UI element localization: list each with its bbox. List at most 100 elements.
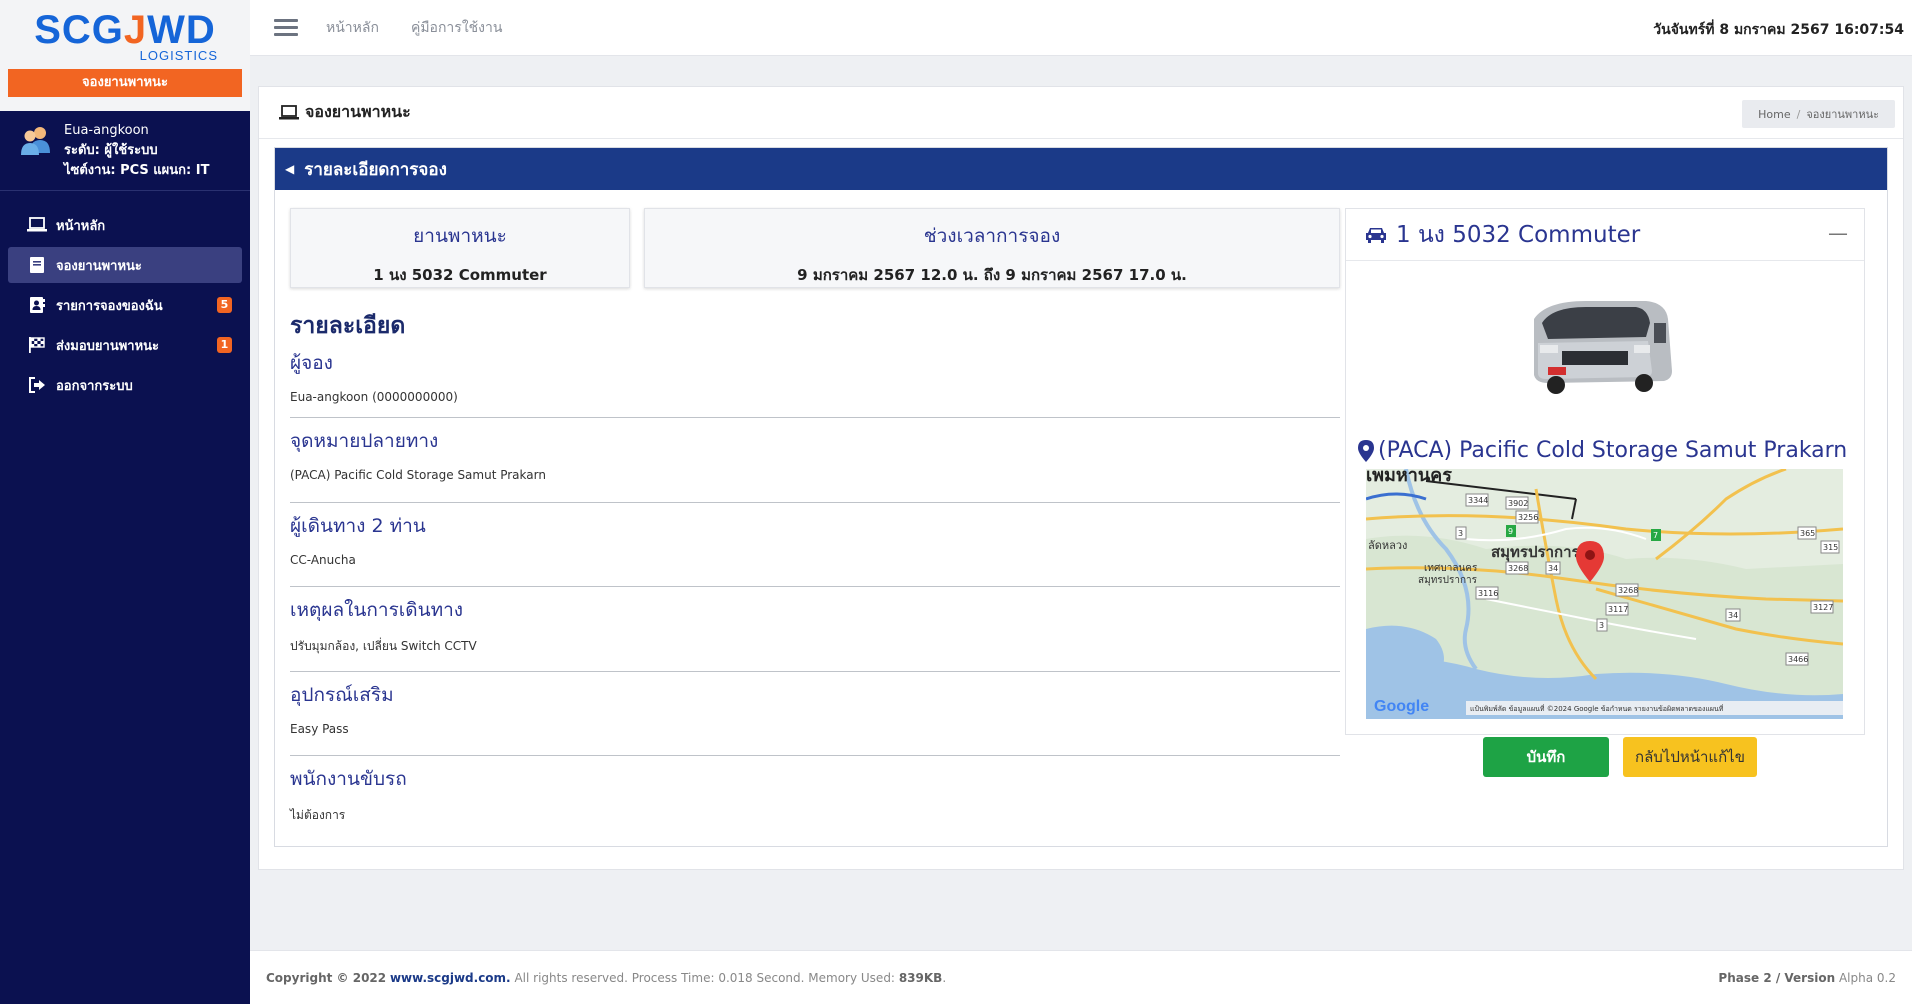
field-label: ผู้จอง <box>290 352 333 374</box>
destination-heading: (PACA) Pacific Cold Storage Samut Prakar… <box>1358 438 1847 463</box>
road-number: 9 <box>1508 527 1513 536</box>
footer: Copyright © 2022 www.scgjwd.com. All rig… <box>250 950 1912 1004</box>
field-booker: ผู้จอง Eua-angkoon (0000000000) <box>290 348 1340 418</box>
sidebar-item-home[interactable]: หน้าหลัก <box>8 207 242 243</box>
footer-rights: All rights reserved. Process Time: 0.018… <box>514 970 895 985</box>
road-number: 34 <box>1728 611 1738 620</box>
panel-header[interactable]: ◀ รายละเอียดการจอง <box>275 148 1887 190</box>
sidebar-item-label: ออกจากระบบ <box>56 378 133 394</box>
field-reason: เหตุผลในการเดินทาง ปรับมุมกล้อง, เปลี่ยน… <box>290 587 1340 672</box>
field-label: อุปกรณ์เสริม <box>290 683 394 706</box>
google-logo: Google <box>1374 698 1429 715</box>
road-number: 7 <box>1653 531 1658 540</box>
map-label-samut-prakan: สมุทรปราการ <box>1491 543 1580 562</box>
back-to-edit-button[interactable]: กลับไปหน้าแก้ไข <box>1623 737 1757 777</box>
site-link[interactable]: www.scgjwd.com. <box>390 971 511 985</box>
logo[interactable]: SCGJWD LOGISTICS จองยานพาหนะ <box>0 0 250 111</box>
page-title: จองยานพาหนะ <box>305 102 411 121</box>
sidebar-item-label: หน้าหลัก <box>56 218 106 234</box>
sidebar-item-deliver-vehicle[interactable]: ส่งมอบยานพาหนะ 1 <box>8 327 242 363</box>
page-header: จองยานพาหนะ <box>259 87 1903 139</box>
top-link-manual[interactable]: คู่มือการใช้งาน <box>411 17 502 39</box>
field-label: จุดหมายปลายทาง <box>290 430 439 452</box>
breadcrumb-current: จองยานพาหนะ <box>1806 108 1879 121</box>
map-label-town-2: สมุทรปราการ <box>1418 575 1478 586</box>
logo-main: SCGJWD <box>34 8 216 52</box>
main-card: จองยานพาหนะ Home / จองยานพาหนะ ◀ รายละเอีย… <box>258 86 1904 870</box>
field-value: Eua-angkoon (0000000000) <box>290 390 458 404</box>
save-button[interactable]: บันทึก <box>1483 737 1609 777</box>
map-label-bangkok: เพมหานคร <box>1366 469 1452 486</box>
sidebar-item-label: รายการจองของฉัน <box>56 298 163 314</box>
breadcrumb: Home / จองยานพาหนะ <box>1742 100 1895 128</box>
version-value: Alpha 0.2 <box>1838 970 1896 985</box>
field-value: ปรับมุมกล้อง, เปลี่ยน Switch CCTV <box>290 639 477 653</box>
current-datetime: วันจันทร์ที่ 8 มกราคม 2567 16:07:54 <box>1653 22 1904 38</box>
road-number: 3116 <box>1478 589 1498 598</box>
vehicle-value: 1 นง 5032 Commuter <box>373 266 547 284</box>
road-number: 3 <box>1599 621 1604 630</box>
sidebar-item-my-bookings[interactable]: รายการจองของฉัน 5 <box>8 287 242 323</box>
logo-banner: จองยานพาหนะ <box>8 69 242 97</box>
user-role: ระดับ: ผู้ใช้ระบบ <box>64 143 158 158</box>
field-label: ผู้เดินทาง 2 ท่าน <box>290 514 426 537</box>
sidebar-item-book-vehicle[interactable]: จองยานพาหนะ <box>8 247 242 283</box>
road-number: 3902 <box>1508 499 1528 508</box>
chevron-left-icon: ◀ <box>285 162 295 176</box>
top-link-home[interactable]: หน้าหลัก <box>326 17 379 39</box>
user-name: Eua-angkoon <box>64 123 149 138</box>
contact-book-icon <box>26 296 48 314</box>
details-section: รายละเอียด ผู้จอง Eua-angkoon (000000000… <box>290 308 1340 841</box>
users-avatar-icon <box>20 125 52 155</box>
road-number: 3256 <box>1518 513 1538 522</box>
road-number: 3466 <box>1788 655 1808 664</box>
flag-checkered-icon <box>26 336 48 354</box>
laptop-icon <box>279 104 299 119</box>
field-value: Easy Pass <box>290 721 349 736</box>
count-badge: 1 <box>217 337 232 353</box>
hamburger-menu-icon[interactable] <box>274 15 298 40</box>
details-title: รายละเอียด <box>290 313 406 339</box>
topbar: หน้าหลัก คู่มือการใช้งาน วันจันทร์ที่ 8 … <box>250 0 1912 56</box>
map-marker-icon <box>1358 439 1374 462</box>
road-number: 34 <box>1548 564 1558 573</box>
booking-detail-panel: ◀ รายละเอียดการจอง ยานพาหนะ 1 นง 5032 Co… <box>274 147 1888 847</box>
field-passengers: ผู้เดินทาง 2 ท่าน CC-Anucha <box>290 503 1340 587</box>
count-badge: 5 <box>217 297 232 313</box>
road-number: 365 <box>1800 529 1815 538</box>
sidebar-item-label: ส่งมอบยานพาหนะ <box>56 338 160 354</box>
laptop-icon <box>26 216 48 234</box>
field-value: ไม่ต้องการ <box>290 808 346 822</box>
sidebar-item-logout[interactable]: ออกจากระบบ <box>8 367 242 403</box>
book-icon <box>26 256 48 274</box>
map-label-lat-luang: ลัดหลวง <box>1368 539 1407 552</box>
field-label: เหตุผลในการเดินทาง <box>290 599 464 621</box>
breadcrumb-home[interactable]: Home <box>1758 108 1790 121</box>
field-destination: จุดหมายปลายทาง (PACA) Pacific Cold Stora… <box>290 418 1340 503</box>
map-attribution: แป้นพิมพ์ลัด ข้อมูลแผนที่ ©2024 Google ข… <box>1470 704 1724 713</box>
field-value: (PACA) Pacific Cold Storage Samut Prakar… <box>290 468 546 482</box>
collapse-icon[interactable]: — <box>1828 221 1848 245</box>
memory-used: 839KB <box>898 970 943 985</box>
road-number: 3 <box>1458 529 1463 538</box>
sign-out-icon <box>26 376 48 394</box>
road-number: 3268 <box>1508 564 1528 573</box>
destination-name: (PACA) Pacific Cold Storage Samut Prakar… <box>1378 438 1848 463</box>
field-label: พนักงานขับรถ <box>290 768 407 790</box>
road-number: 315 <box>1823 543 1838 552</box>
version-label: Phase 2 / Version <box>1718 970 1836 985</box>
sidebar: SCGJWD LOGISTICS จองยานพาหนะ Eua-angkoon… <box>0 0 250 1004</box>
copyright: Copyright © 2022 <box>266 970 387 985</box>
destination-map[interactable]: เพมหานคร สมุทรปราการ ลัดหลวง เทศบาลนคร ส… <box>1366 469 1843 719</box>
car-icon <box>1366 227 1386 243</box>
time-info-box: ช่วงเวลาการจอง 9 มกราคม 2567 12.0 น. ถึง… <box>644 208 1340 288</box>
field-driver: พนักงานขับรถ ไม่ต้องการ <box>290 756 1340 841</box>
road-number: 3344 <box>1468 496 1488 505</box>
vehicle-card-title: 1 นง 5032 Commuter <box>1396 221 1641 248</box>
panel-header-title: รายละเอียดการจอง <box>304 159 447 180</box>
field-accessories: อุปกรณ์เสริม Easy Pass <box>290 672 1340 756</box>
road-number: 3127 <box>1813 603 1833 612</box>
sidebar-item-label: จองยานพาหนะ <box>56 258 142 274</box>
user-profile: Eua-angkoon ระดับ: ผู้ใช้ระบบ ไซต์งาน: P… <box>0 111 250 191</box>
vehicle-card-header: 1 นง 5032 Commuter — <box>1346 209 1864 261</box>
